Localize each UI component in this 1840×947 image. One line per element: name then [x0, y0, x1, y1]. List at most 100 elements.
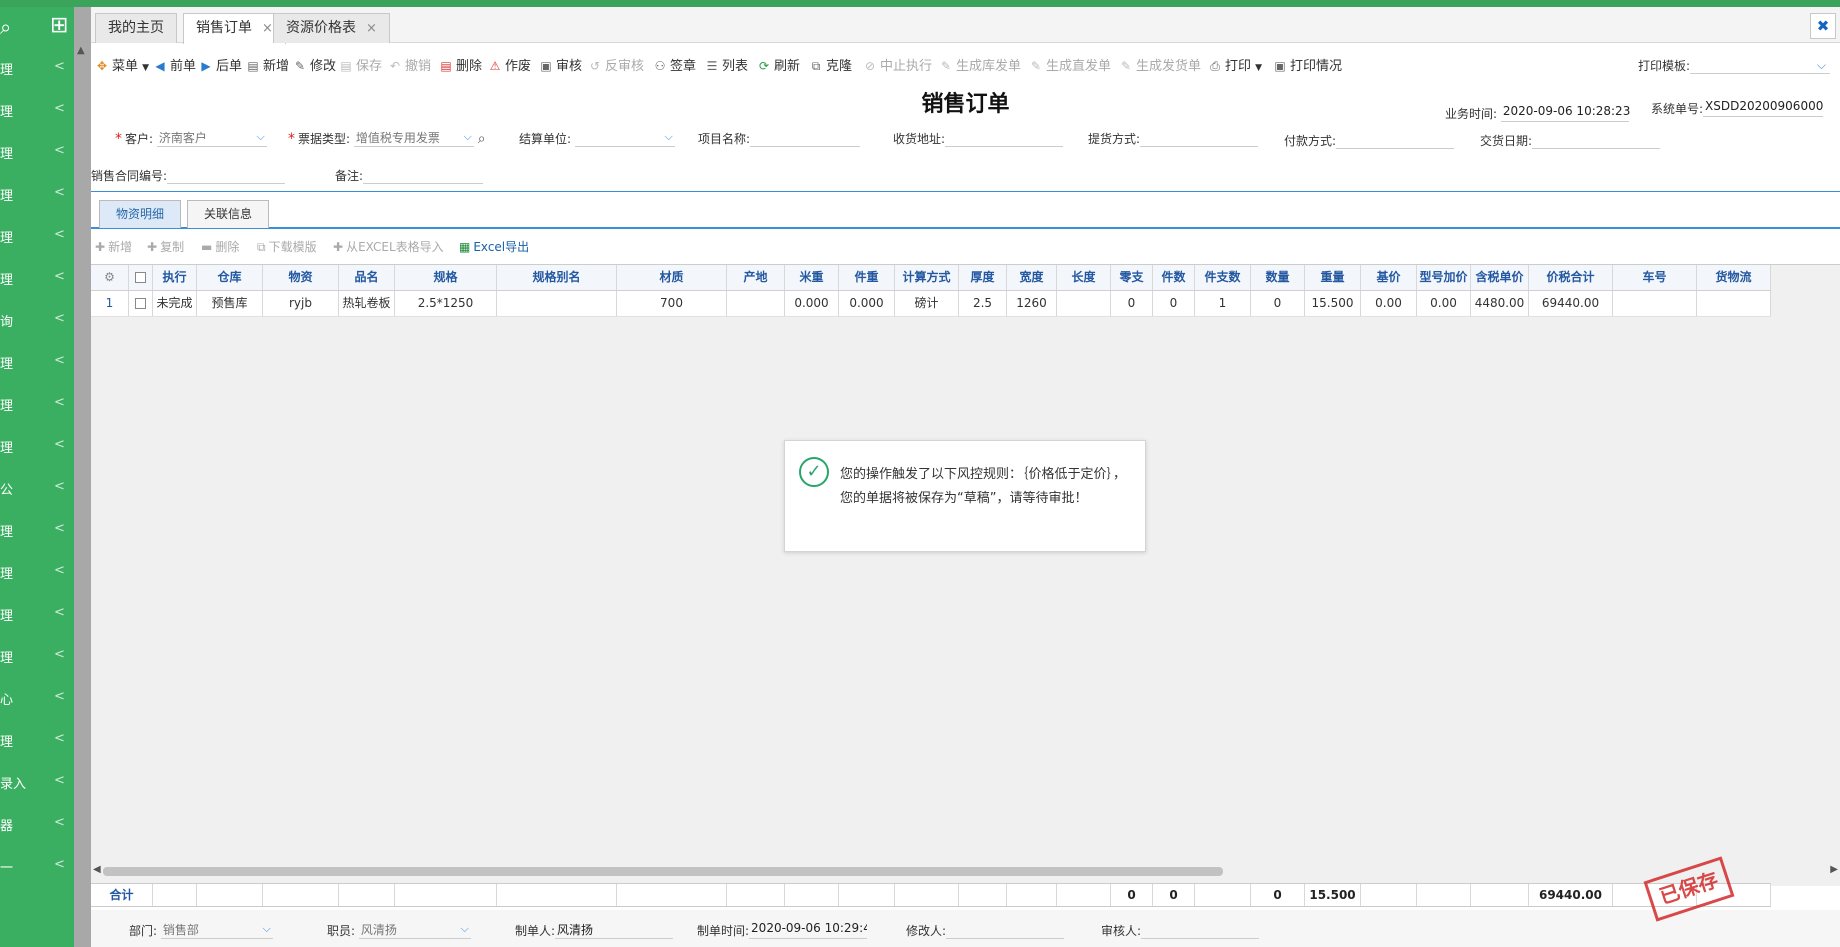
column-header[interactable]: 件重: [839, 265, 895, 290]
search-icon[interactable]: ⌕: [478, 131, 486, 147]
sidebar-item[interactable]: 理 <: [0, 129, 74, 171]
table-cell[interactable]: 0.00: [1417, 291, 1471, 316]
delivery-date-input[interactable]: [1532, 131, 1661, 149]
scroll-up-icon[interactable]: ▲: [77, 45, 85, 56]
next-button[interactable]: ▶ 后单: [199, 55, 242, 74]
menu-button[interactable]: ✥ 菜单 ▼: [95, 55, 149, 74]
payment-input[interactable]: [1336, 131, 1455, 149]
table-cell[interactable]: 0.000: [839, 291, 895, 316]
gen-warehouse-button[interactable]: ✎ 生成库发单: [939, 55, 1021, 74]
table-cell[interactable]: 15.500: [1305, 291, 1361, 316]
sign-button[interactable]: ⚇ 签章: [653, 55, 696, 74]
table-cell[interactable]: [497, 291, 617, 316]
sidebar-item[interactable]: 理 <: [0, 171, 74, 213]
gen-direct-button[interactable]: ✎ 生成直发单: [1029, 55, 1111, 74]
project-input[interactable]: [750, 129, 861, 147]
column-header[interactable]: 价税合计: [1529, 265, 1613, 290]
table-row[interactable]: 1 未完成 预售库 ryjb 热轧卷板 2.5*1250 700 0.000 0.000 磅计 2.…: [91, 291, 1771, 317]
column-header[interactable]: 米重: [785, 265, 839, 290]
column-header[interactable]: 品名: [339, 265, 395, 290]
address-input[interactable]: [945, 129, 1064, 147]
sidebar-item[interactable]: 公 <: [0, 465, 74, 507]
remark-input[interactable]: [363, 166, 484, 184]
checkbox[interactable]: [135, 272, 146, 283]
table-cell[interactable]: [1057, 291, 1111, 316]
column-header[interactable]: 长度: [1057, 265, 1111, 290]
table-cell[interactable]: 0.00: [1361, 291, 1417, 316]
column-header[interactable]: 车号: [1613, 265, 1697, 290]
table-cell[interactable]: 预售库: [197, 291, 263, 316]
tab-related-info[interactable]: 关联信息: [187, 200, 270, 228]
download-template-button[interactable]: ⧉ 下载模版: [257, 238, 317, 255]
print-button[interactable]: ⎙ 打印 ▼: [1208, 55, 1262, 74]
grid-delete-button[interactable]: ▬ 删除: [201, 238, 239, 255]
save-button[interactable]: ▤ 保存: [339, 55, 382, 74]
table-cell[interactable]: 69440.00: [1529, 291, 1613, 316]
sidebar-item[interactable]: 理 <: [0, 381, 74, 423]
table-cell[interactable]: 磅计: [895, 291, 959, 316]
print-template-select[interactable]: 打印模板: ⌵: [1638, 56, 1830, 74]
checkbox[interactable]: [135, 298, 146, 309]
table-cell[interactable]: 4480.00: [1471, 291, 1529, 316]
sidebar-item[interactable]: 录入 <: [0, 759, 74, 801]
edit-button[interactable]: ✎ 修改: [293, 55, 336, 74]
select-all-checkbox[interactable]: [129, 265, 153, 290]
grid-settings-cell[interactable]: ⚙: [91, 265, 129, 290]
tab-sales-order[interactable]: 销售订单 ×: [183, 13, 286, 44]
tab-home[interactable]: 我的主页: [95, 13, 177, 43]
biz-time-value[interactable]: 2020-09-06 10:28:23: [1500, 104, 1630, 122]
sidebar-item[interactable]: 理 <: [0, 591, 74, 633]
grid-add-button[interactable]: ✚ 新增: [95, 238, 132, 255]
column-header[interactable]: 宽度: [1007, 265, 1057, 290]
void-button[interactable]: ⚠ 作废: [488, 55, 531, 74]
sidebar-item[interactable]: 理 <: [0, 423, 74, 465]
table-cell[interactable]: 0: [1153, 291, 1195, 316]
scroll-left-icon[interactable]: ◀: [93, 864, 101, 875]
column-header[interactable]: 规格别名: [497, 265, 617, 290]
add-note-icon[interactable]: ⊞: [50, 13, 68, 38]
delete-button[interactable]: ▤ 删除: [439, 55, 482, 74]
search-icon[interactable]: ⌕: [0, 15, 11, 39]
sidebar-item[interactable]: 一 <: [0, 843, 74, 885]
pickup-input[interactable]: [1140, 129, 1259, 147]
sidebar-item[interactable]: 理 <: [0, 45, 74, 87]
column-header[interactable]: 产地: [727, 265, 785, 290]
staff-select[interactable]: 风清扬 ⌵: [358, 921, 471, 939]
grid-copy-button[interactable]: ✚ 复制: [147, 238, 184, 255]
table-cell[interactable]: 2.5: [959, 291, 1007, 316]
column-header[interactable]: 数量: [1251, 265, 1305, 290]
column-header[interactable]: 材质: [617, 265, 727, 290]
contract-input[interactable]: [167, 166, 286, 184]
invoice-type-select[interactable]: 增值税专用发票 ⌵: [353, 129, 474, 147]
row-checkbox[interactable]: [129, 291, 153, 316]
tab-price-list[interactable]: 资源价格表 ×: [273, 13, 390, 43]
sys-no-value[interactable]: XSDD202009060001: [1703, 99, 1824, 117]
print-status-button[interactable]: ▣ 打印情况: [1273, 55, 1342, 74]
column-header[interactable]: 型号加价: [1417, 265, 1471, 290]
table-cell[interactable]: 1260: [1007, 291, 1057, 316]
table-cell[interactable]: [727, 291, 785, 316]
table-cell[interactable]: 2.5*1250: [395, 291, 497, 316]
column-header[interactable]: 执行: [153, 265, 197, 290]
sidebar-item[interactable]: 心 <: [0, 675, 74, 717]
column-header[interactable]: 货物流: [1697, 265, 1771, 290]
excel-export-button[interactable]: ▦ Excel导出: [459, 238, 529, 255]
print-template-value[interactable]: ⌵: [1690, 56, 1830, 74]
column-header[interactable]: 基价: [1361, 265, 1417, 290]
table-cell[interactable]: 1: [1195, 291, 1251, 316]
table-cell[interactable]: [1697, 291, 1771, 316]
sidebar-item[interactable]: 理 <: [0, 507, 74, 549]
audit-button[interactable]: ▣ 审核: [539, 55, 582, 74]
sidebar-item[interactable]: 理 <: [0, 87, 74, 129]
table-cell[interactable]: ryjb: [263, 291, 339, 316]
column-header[interactable]: 计算方式: [895, 265, 959, 290]
column-header[interactable]: 规格: [395, 265, 497, 290]
dept-select[interactable]: 销售部 ⌵: [160, 921, 273, 939]
sidebar-item[interactable]: 理 <: [0, 339, 74, 381]
sidebar-item[interactable]: 理 <: [0, 717, 74, 759]
sidebar-item[interactable]: 理 <: [0, 633, 74, 675]
column-header[interactable]: 厚度: [959, 265, 1007, 290]
scroll-thumb[interactable]: [103, 867, 1223, 876]
column-header[interactable]: 件支数: [1195, 265, 1251, 290]
table-cell[interactable]: [1613, 291, 1697, 316]
